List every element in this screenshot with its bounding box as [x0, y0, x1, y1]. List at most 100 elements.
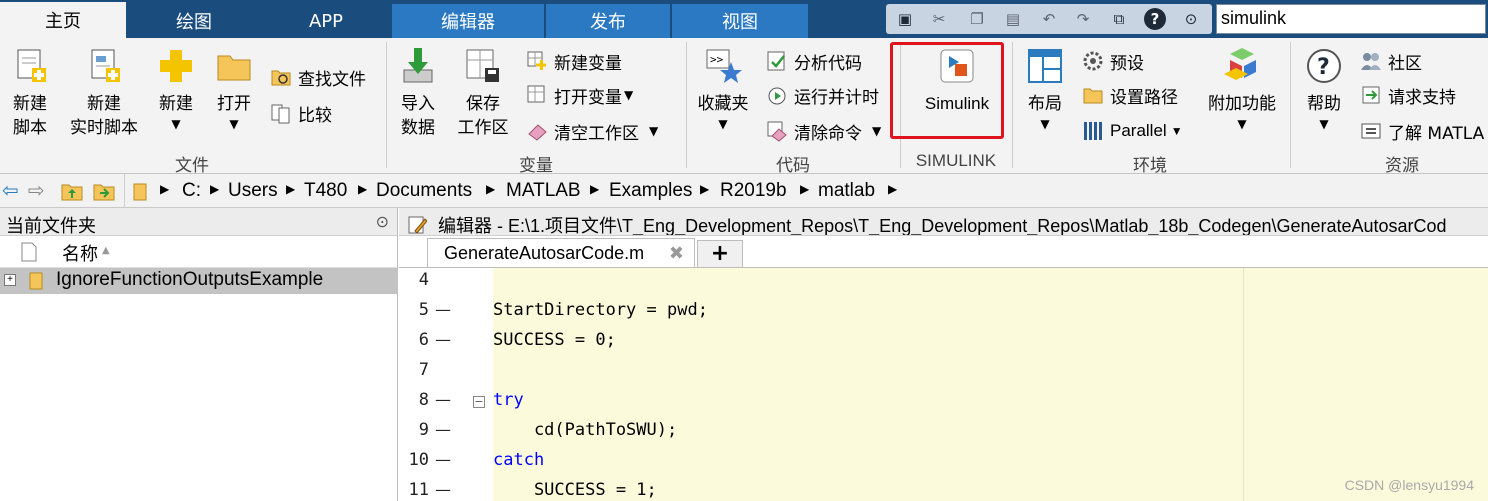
cut-icon[interactable]: ✂ [928, 8, 950, 30]
line-number: 6 [418, 330, 429, 350]
add-ons-button[interactable]: 附加功能 ▼ [1202, 46, 1282, 132]
run-and-time-button[interactable]: 运行并计时 [766, 82, 879, 108]
forward-icon[interactable]: ⇨ [28, 178, 45, 202]
import-data-button[interactable]: 导入 数据 [394, 46, 442, 140]
chevron-right-icon[interactable]: ▶ [590, 182, 599, 196]
breadcrumb-examples[interactable]: Examples [609, 180, 692, 202]
tab-view[interactable]: 视图 [672, 4, 808, 38]
breadcrumb-c[interactable]: C: [182, 180, 201, 202]
chevron-right-icon[interactable]: ▶ [700, 182, 709, 196]
community-button[interactable]: 社区 [1360, 48, 1422, 74]
chevron-down-icon: ▼ [872, 124, 882, 138]
column-name-header[interactable]: 名称 [62, 240, 98, 266]
new-button[interactable]: 新建 ▼ [152, 46, 200, 132]
breakpoint-dash[interactable]: — [435, 300, 451, 319]
breadcrumb-matlab[interactable]: MATLAB [506, 180, 581, 202]
tab-apps[interactable]: APP [262, 4, 390, 38]
browse-folder-icon[interactable] [92, 180, 116, 207]
save-workspace-button[interactable]: 保存 工作区 [454, 46, 512, 140]
list-item[interactable]: + IgnoreFunctionOutputsExample [0, 268, 398, 294]
svg-text:?: ? [1317, 55, 1330, 80]
new-script-button[interactable]: 新建 脚本 [6, 46, 54, 140]
plus-icon [156, 46, 196, 86]
chevron-right-icon[interactable]: ▶ [486, 182, 495, 196]
chevron-down-icon: ▼ [1040, 117, 1050, 131]
breakpoint-dash[interactable]: — [435, 420, 451, 439]
parallel-button[interactable]: Parallel ▼ [1082, 118, 1183, 144]
open-button[interactable]: 打开 ▼ [210, 46, 258, 132]
code-area-right-margin[interactable] [1243, 268, 1488, 501]
tab-plots[interactable]: 绘图 [130, 4, 258, 38]
breadcrumb-r2019b[interactable]: R2019b [720, 180, 787, 202]
line-number: 10 [408, 450, 429, 470]
chevron-down-icon[interactable]: ⊙ [1180, 8, 1202, 30]
clear-workspace-button[interactable]: 清空工作区 ▼ [526, 118, 658, 144]
chevron-right-icon[interactable]: ▶ [160, 182, 169, 196]
code-line[interactable]: SUCCESS = 1; [493, 480, 657, 500]
chevron-right-icon[interactable]: ▶ [888, 182, 897, 196]
learn-matlab-button[interactable]: 了解 MATLA [1360, 118, 1484, 144]
current-folder-title-bar: 当前文件夹 ⊙ [0, 208, 397, 237]
find-files-button[interactable]: 查找文件 [270, 64, 366, 90]
breadcrumb-matlab-folder[interactable]: matlab [818, 180, 875, 202]
editor-file-tab[interactable]: GenerateAutosarCode.m ✖ [427, 238, 695, 268]
code-line[interactable]: try [493, 390, 524, 410]
group-label-code: 代码 [776, 156, 810, 176]
code-line[interactable]: StartDirectory = pwd; [493, 300, 708, 320]
folder-name: IgnoreFunctionOutputsExample [56, 269, 324, 290]
breakpoint-dash[interactable]: — [435, 450, 451, 469]
set-path-button[interactable]: 设置路径 [1082, 82, 1178, 108]
chevron-right-icon[interactable]: ▶ [800, 182, 809, 196]
divider [1290, 42, 1291, 168]
breadcrumb-users[interactable]: Users [228, 180, 278, 202]
copy-icon[interactable]: ❐ [966, 8, 988, 30]
line-number: 9 [418, 420, 429, 440]
undo-icon[interactable]: ↶ [1038, 8, 1060, 30]
fold-icon[interactable]: − [473, 396, 485, 408]
chevron-right-icon[interactable]: ▶ [286, 182, 295, 196]
import-icon [398, 46, 438, 86]
preferences-button[interactable]: 预设 [1082, 48, 1144, 74]
breadcrumb-documents[interactable]: Documents [376, 180, 472, 202]
favorites-button[interactable]: >> 收藏夹 ▼ [694, 46, 752, 132]
switch-windows-icon[interactable]: ⧉ [1108, 8, 1130, 30]
chevron-down-icon: ▼ [1237, 117, 1247, 131]
save-icon[interactable]: ▣ [894, 8, 916, 30]
layout-button[interactable]: 布局 ▼ [1020, 46, 1070, 132]
expand-icon[interactable]: + [4, 274, 16, 286]
new-tab-button[interactable]: + [697, 240, 743, 268]
new-script-icon [10, 46, 50, 86]
code-line[interactable]: SUCCESS = 0; [493, 330, 616, 350]
analyze-code-button[interactable]: 分析代码 [766, 48, 862, 74]
code-line[interactable]: catch [493, 450, 544, 470]
code-line[interactable]: cd(PathToSWU); [493, 420, 677, 440]
breakpoint-dash[interactable]: — [435, 390, 451, 409]
divider [386, 42, 387, 168]
tab-publish[interactable]: 发布 [546, 4, 670, 38]
help-button[interactable]: ? 帮助 ▼ [1300, 46, 1348, 132]
chevron-right-icon[interactable]: ▶ [358, 182, 367, 196]
chevron-right-icon[interactable]: ▶ [210, 182, 219, 196]
breakpoint-dash[interactable]: — [435, 330, 451, 349]
group-label-resources: 资源 [1385, 156, 1419, 176]
search-input[interactable]: simulink [1216, 4, 1486, 34]
compare-button[interactable]: 比较 [270, 100, 332, 126]
tab-home[interactable]: 主页 [0, 2, 126, 38]
up-folder-icon[interactable] [60, 180, 84, 207]
panel-menu-icon[interactable]: ⊙ [376, 212, 389, 231]
paste-icon[interactable]: ▤ [1002, 8, 1024, 30]
new-variable-button[interactable]: 新建变量 [526, 48, 622, 74]
redo-icon[interactable]: ↷ [1072, 8, 1094, 30]
close-icon[interactable]: ✖ [669, 243, 684, 264]
new-live-script-button[interactable]: 新建 实时脚本 [62, 46, 146, 140]
help-icon[interactable]: ? [1144, 8, 1166, 30]
svg-text:>>: >> [710, 53, 724, 66]
request-support-button[interactable]: 请求支持 [1360, 82, 1456, 108]
breadcrumb-t480[interactable]: T480 [304, 180, 347, 202]
line-number: 7 [418, 360, 429, 380]
clear-commands-button[interactable]: 清除命令 ▼ [766, 118, 881, 144]
open-variable-button[interactable]: 打开变量 ▼ [526, 82, 633, 108]
tab-editor[interactable]: 编辑器 [392, 4, 544, 38]
back-icon[interactable]: ⇦ [2, 178, 19, 202]
breakpoint-dash[interactable]: — [435, 480, 451, 499]
